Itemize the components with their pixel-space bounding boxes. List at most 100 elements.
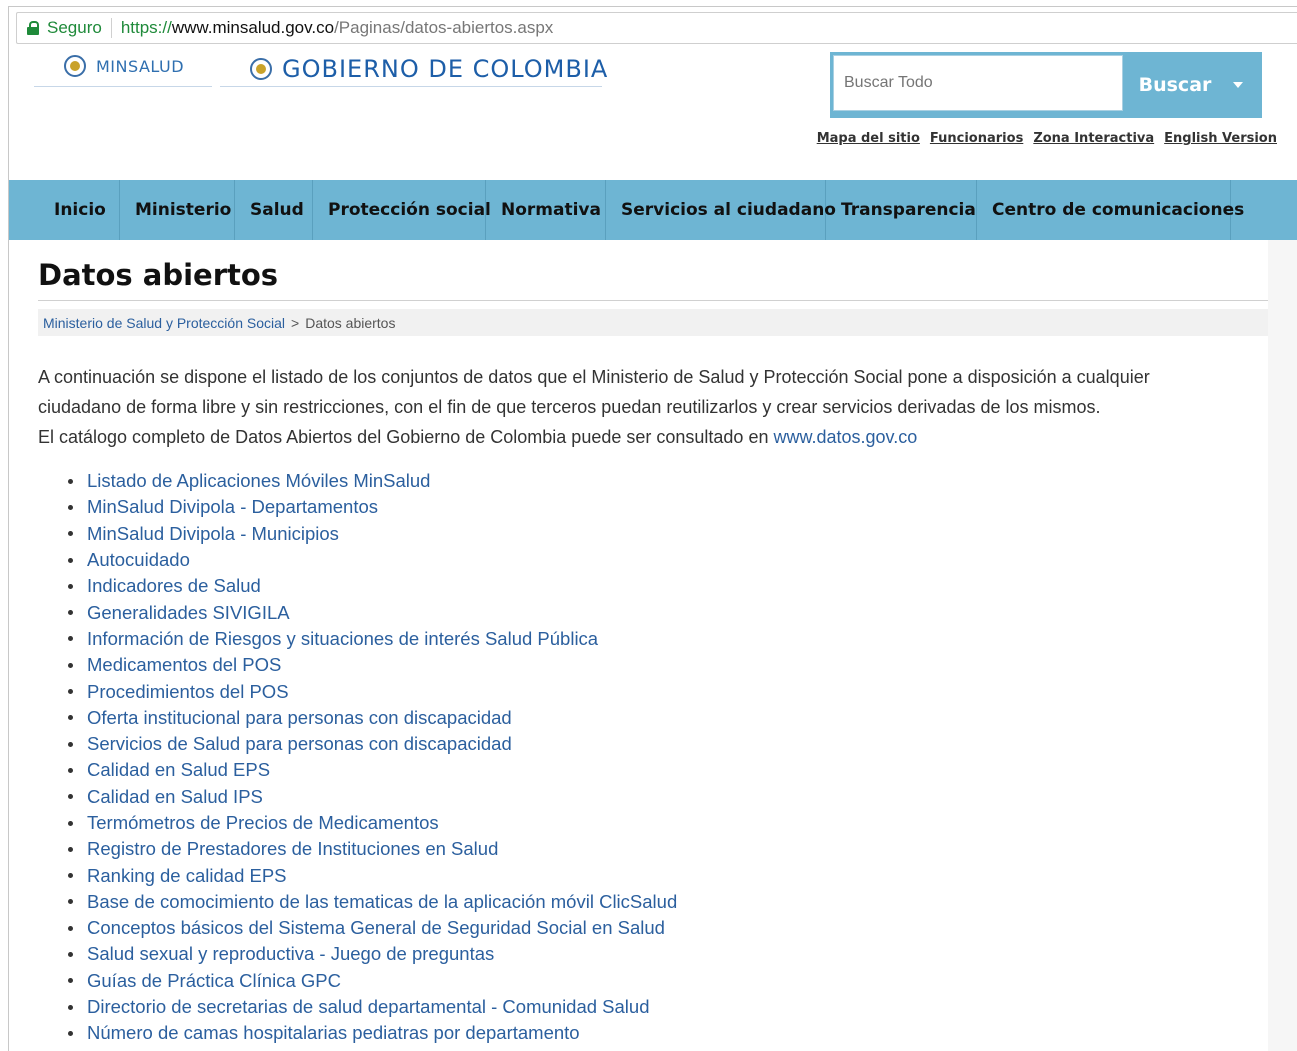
bullet-icon: [68, 741, 73, 747]
logo-underline: [34, 86, 212, 87]
list-item: Directorio de secretarias de salud depar…: [68, 994, 677, 1020]
url-path: /Paginas/datos-abiertos.aspx: [334, 18, 554, 37]
bullet-icon: [68, 689, 73, 695]
lock-icon: [27, 21, 39, 35]
dataset-link[interactable]: Procedimientos del POS: [87, 681, 289, 703]
nav-item-ministerio[interactable]: Ministerio: [120, 180, 235, 240]
dataset-link[interactable]: Calidad en Salud EPS: [87, 759, 270, 781]
funcionarios-link[interactable]: Funcionarios: [930, 131, 1023, 146]
dataset-link[interactable]: Medicamentos del POS: [87, 654, 281, 676]
nav-item-inicio[interactable]: Inicio: [9, 180, 120, 240]
utility-links: Mapa del sitio Funcionarios Zona Interac…: [817, 131, 1277, 146]
nav-item-centro-comunicaciones[interactable]: Centro de comunicaciones: [977, 180, 1244, 240]
minsalud-logo-text: MINSALUD: [96, 56, 185, 76]
dataset-link[interactable]: MinSalud Divipola - Municipios: [87, 523, 339, 545]
bullet-icon: [68, 820, 73, 826]
search-input[interactable]: [833, 55, 1123, 111]
dataset-link[interactable]: Información de Riesgos y situaciones de …: [87, 628, 598, 650]
search-button[interactable]: Buscar: [1123, 55, 1259, 115]
bullet-icon: [68, 1004, 73, 1010]
list-item: Calidad en Salud IPS: [68, 784, 677, 810]
nav-item-transparencia[interactable]: Transparencia: [826, 180, 977, 240]
list-item: Ranking de calidad EPS: [68, 862, 677, 888]
intro-text: A continuación se dispone el listado de …: [38, 362, 1268, 452]
list-item: Conceptos básicos del Sistema General de…: [68, 915, 677, 941]
bullet-icon: [68, 1030, 73, 1036]
bullet-icon: [68, 504, 73, 510]
url-text[interactable]: https://www.minsalud.gov.co/Paginas/dato…: [121, 18, 553, 38]
minsalud-logo[interactable]: MINSALUD: [64, 55, 184, 77]
dataset-link[interactable]: Ranking de calidad EPS: [87, 865, 287, 887]
nav-item-proteccion-social[interactable]: Protección social: [313, 180, 491, 240]
bullet-icon: [68, 846, 73, 852]
english-version-link[interactable]: English Version: [1164, 131, 1277, 146]
breadcrumb-separator: >: [291, 314, 300, 331]
dataset-link[interactable]: Número de camas hospitalarias pediatras …: [87, 1022, 580, 1044]
dataset-link[interactable]: Directorio de secretarias de salud depar…: [87, 996, 650, 1018]
zona-interactiva-link[interactable]: Zona Interactiva: [1033, 131, 1154, 146]
dataset-link[interactable]: Autocuidado: [87, 549, 190, 571]
intro-line: El catálogo completo de Datos Abiertos d…: [38, 422, 1268, 452]
nav-item-normativa[interactable]: Normativa: [486, 180, 606, 240]
dataset-link[interactable]: Oferta institucional para personas con d…: [87, 707, 512, 729]
page-gutter: [1268, 240, 1297, 1051]
list-item: Salud sexual y reproductiva - Juego de p…: [68, 941, 677, 967]
address-bar[interactable]: Seguro https://www.minsalud.gov.co/Pagin…: [16, 12, 1297, 44]
list-item: Medicamentos del POS: [68, 652, 677, 678]
dataset-link[interactable]: Base de comocimiento de las tematicas de…: [87, 891, 677, 913]
dataset-link[interactable]: Salud sexual y reproductiva - Juego de p…: [87, 943, 494, 965]
list-item: Base de comocimiento de las tematicas de…: [68, 889, 677, 915]
list-item: Calidad en Salud EPS: [68, 757, 677, 783]
dataset-link[interactable]: Termómetros de Precios de Medicamentos: [87, 812, 439, 834]
list-item: Guías de Práctica Clínica GPC: [68, 968, 677, 994]
bullet-icon: [68, 583, 73, 589]
list-item: MinSalud Divipola - Departamentos: [68, 494, 677, 520]
search-button-label: Buscar: [1138, 74, 1212, 96]
nav-item-salud[interactable]: Salud: [235, 180, 313, 240]
bullet-icon: [68, 636, 73, 642]
url-protocol: https://: [120, 18, 172, 37]
list-item: Listado de Aplicaciones Móviles MinSalud: [68, 468, 677, 494]
dataset-link[interactable]: Conceptos básicos del Sistema General de…: [87, 917, 665, 939]
bullet-icon: [68, 873, 73, 879]
title-divider: [38, 300, 1268, 301]
list-item: Información de Riesgos y situaciones de …: [68, 626, 677, 652]
bullet-icon: [68, 767, 73, 773]
site-map-link[interactable]: Mapa del sitio: [817, 131, 920, 146]
dataset-list: Listado de Aplicaciones Móviles MinSalud…: [68, 468, 677, 1047]
gobierno-logo-text: GOBIERNO DE COLOMBIA: [282, 55, 609, 83]
coat-of-arms-icon: [250, 58, 272, 80]
bullet-icon: [68, 610, 73, 616]
coat-of-arms-icon: [64, 55, 86, 77]
bullet-icon: [68, 662, 73, 668]
bullet-icon: [68, 978, 73, 984]
gobierno-logo[interactable]: GOBIERNO DE COLOMBIA: [250, 55, 608, 83]
logo-underline: [220, 86, 602, 87]
intro-line: A continuación se dispone el listado de …: [38, 367, 1150, 387]
bullet-icon: [68, 531, 73, 537]
dataset-link[interactable]: Guías de Práctica Clínica GPC: [87, 970, 341, 992]
url-host: www.minsalud.gov.co: [171, 18, 335, 37]
bullet-icon: [68, 715, 73, 721]
dataset-link[interactable]: MinSalud Divipola - Departamentos: [87, 496, 378, 518]
dataset-link[interactable]: Registro de Prestadores de Instituciones…: [87, 838, 498, 860]
dataset-link[interactable]: Servicios de Salud para personas con dis…: [87, 733, 512, 755]
breadcrumb-parent-link[interactable]: Ministerio de Salud y Protección Social: [43, 315, 285, 331]
main-nav: Inicio Ministerio Salud Protección socia…: [9, 180, 1297, 240]
chevron-down-icon[interactable]: [1233, 82, 1244, 88]
datos-gov-link[interactable]: www.datos.gov.co: [773, 427, 917, 447]
breadcrumb-current: Datos abiertos: [305, 314, 396, 331]
list-item: Servicios de Salud para personas con dis…: [68, 731, 677, 757]
bullet-icon: [68, 794, 73, 800]
secure-label: Seguro: [47, 18, 102, 37]
nav-item-servicios[interactable]: Servicios al ciudadano: [606, 180, 836, 240]
breadcrumb: Ministerio de Salud y Protección Social …: [38, 309, 1268, 336]
list-item: Indicadores de Salud: [68, 573, 677, 599]
list-item: Generalidades SIVIGILA: [68, 599, 677, 625]
dataset-link[interactable]: Indicadores de Salud: [87, 575, 261, 597]
list-item: Procedimientos del POS: [68, 678, 677, 704]
dataset-link[interactable]: Calidad en Salud IPS: [87, 786, 263, 808]
dataset-link[interactable]: Listado de Aplicaciones Móviles MinSalud: [87, 470, 430, 492]
address-divider: [110, 18, 112, 38]
dataset-link[interactable]: Generalidades SIVIGILA: [87, 602, 290, 624]
